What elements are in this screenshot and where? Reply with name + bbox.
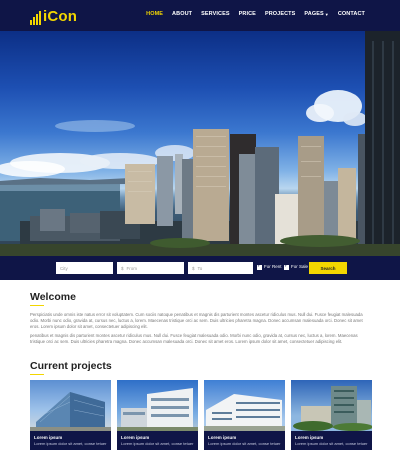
projects-grid: Lorem ipsum Lorem ipsum dolor sit amet, … — [30, 380, 372, 450]
nav-contact[interactable]: CONTACT — [338, 11, 365, 17]
project-image — [117, 380, 198, 431]
project-desc: Lorem ipsum dolor sit amet, conse tetuer — [34, 441, 107, 446]
dollar-icon: $ — [192, 265, 195, 271]
city-input[interactable]: City — [56, 262, 113, 274]
welcome-paragraph-1: Perspiciatis unde omnis iste natus error… — [30, 312, 363, 329]
nav-services[interactable]: SERVICES — [201, 11, 230, 17]
project-caption: Lorem ipsum Lorem ipsum dolor sit amet, … — [117, 431, 198, 450]
chevron-down-icon: ▼ — [324, 11, 329, 17]
nav-pages-label: PAGES — [304, 11, 324, 17]
project-desc: Lorem ipsum dolor sit amet, conse tetuer — [208, 441, 281, 446]
property-search-bar: City $From $To For Rent For Sale Search — [0, 256, 400, 280]
nav-home[interactable]: HOME — [146, 11, 163, 17]
project-caption: Lorem ipsum Lorem ipsum dolor sit amet, … — [204, 431, 285, 450]
projects-title: Current projects — [30, 360, 112, 372]
project-desc: Lorem ipsum dolor sit amet, conse tetuer — [295, 441, 368, 446]
logo-text: iCon — [43, 8, 78, 25]
for-sale-label: For Sale — [291, 264, 309, 269]
logo[interactable]: iCon — [30, 7, 77, 25]
project-caption: Lorem ipsum Lorem ipsum dolor sit amet, … — [30, 431, 111, 450]
price-from-input[interactable]: $ From — [117, 262, 184, 274]
welcome-title-underline — [30, 305, 44, 306]
project-image — [204, 380, 285, 431]
nav-projects[interactable]: PROJECTS — [265, 11, 295, 17]
main-nav: HOME ABOUT SERVICES PRICE PROJECTS PAGES… — [146, 11, 365, 17]
nav-pages[interactable]: PAGES ▼ — [304, 11, 328, 17]
nav-price[interactable]: PRICE — [239, 11, 256, 17]
project-image — [30, 380, 111, 431]
for-sale-checkbox[interactable] — [284, 263, 289, 270]
project-desc: Lorem ipsum dolor sit amet, conse tetuer — [121, 441, 194, 446]
project-card[interactable]: Lorem ipsum Lorem ipsum dolor sit amet, … — [204, 380, 285, 450]
hero-banner — [0, 31, 400, 256]
dollar-icon: $ — [121, 265, 124, 271]
welcome-paragraph-2: penatibus et magnis dis parturient monte… — [30, 333, 358, 344]
header: iCon HOME ABOUT SERVICES PRICE PROJECTS … — [0, 0, 400, 31]
for-rent-checkbox[interactable] — [257, 263, 262, 270]
city-skyline-image — [0, 31, 400, 256]
nav-about[interactable]: ABOUT — [172, 11, 192, 17]
search-button[interactable]: Search — [309, 262, 347, 274]
project-image — [291, 380, 372, 431]
city-placeholder: City — [60, 265, 68, 271]
project-caption: Lorem ipsum Lorem ipsum dolor sit amet, … — [291, 431, 372, 450]
project-card[interactable]: Lorem ipsum Lorem ipsum dolor sit amet, … — [117, 380, 198, 450]
price-to-input[interactable]: $ To — [188, 262, 253, 274]
welcome-title: Welcome — [30, 291, 76, 303]
logo-bars-icon — [30, 11, 41, 25]
for-rent-label: For Rent — [264, 264, 282, 269]
projects-title-underline — [30, 374, 44, 375]
project-card[interactable]: Lorem ipsum Lorem ipsum dolor sit amet, … — [291, 380, 372, 450]
price-from-placeholder: From — [126, 265, 138, 271]
project-card[interactable]: Lorem ipsum Lorem ipsum dolor sit amet, … — [30, 380, 111, 450]
price-to-placeholder: To — [197, 265, 203, 271]
